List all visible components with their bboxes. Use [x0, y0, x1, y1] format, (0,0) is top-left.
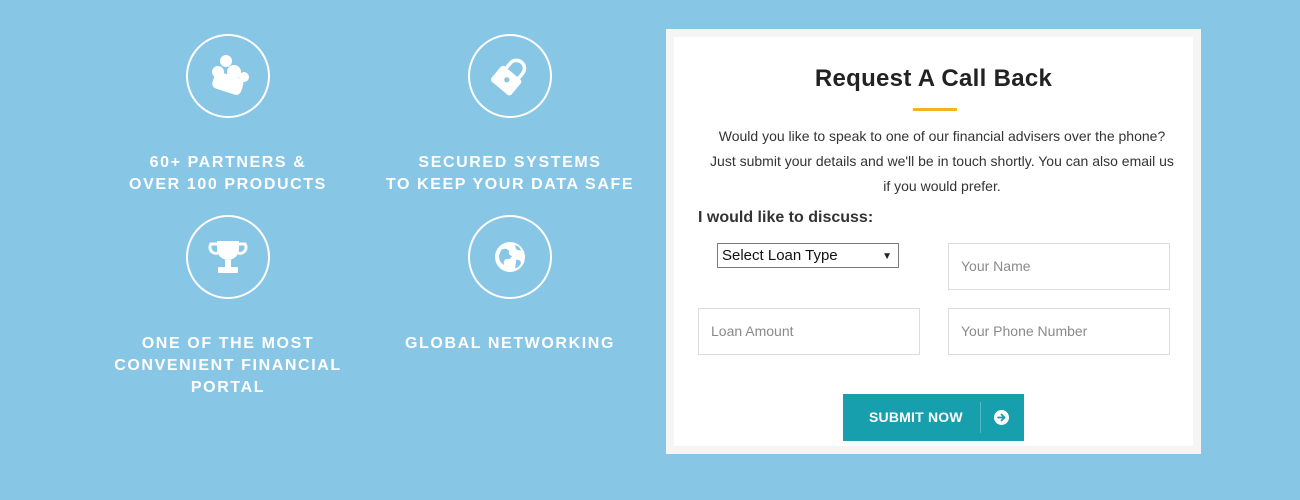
- description-line: Would you like to speak to one of our fi…: [718, 128, 1166, 144]
- loan-type-selected-value: Select Loan Type: [722, 247, 838, 264]
- submit-label: SUBMIT NOW: [869, 409, 963, 425]
- feature-label-line: PORTAL: [190, 379, 266, 396]
- partners-icon: [186, 34, 270, 118]
- description-line: if you would prefer.: [883, 178, 1001, 194]
- submit-button[interactable]: SUBMIT NOW: [843, 394, 1024, 441]
- arrow-right-circle-icon: [994, 410, 1009, 425]
- feature-label-line: ONE OF THE MOST: [141, 335, 315, 352]
- request-callback-form: Request A Call Back Would you like to sp…: [666, 29, 1201, 454]
- trophy-icon: [186, 215, 270, 299]
- form-description: Would you like to speak to one of our fi…: [682, 124, 1202, 199]
- lock-icon: [468, 34, 552, 118]
- feature-label-line: TO KEEP YOUR DATA SAFE: [385, 176, 635, 193]
- name-placeholder: Your Name: [961, 258, 1031, 274]
- feature-label-line: SECURED SYSTEMS: [418, 154, 602, 171]
- button-divider: [980, 402, 981, 433]
- loan-amount-placeholder: Loan Amount: [711, 323, 794, 339]
- feature-partners-label: 60+ PARTNERS & OVER 100 PRODUCTS: [88, 152, 368, 196]
- feature-convenient-portal: ONE OF THE MOST CONVENIENT FINANCIAL POR…: [88, 215, 368, 399]
- feature-label-line: 60+ PARTNERS &: [149, 154, 307, 171]
- phone-placeholder: Your Phone Number: [961, 323, 1088, 339]
- phone-field[interactable]: Your Phone Number: [948, 308, 1170, 355]
- description-line: Just submit your details and we'll be in…: [710, 153, 1174, 169]
- feature-label-line: OVER 100 PRODUCTS: [129, 176, 327, 193]
- loan-amount-field[interactable]: Loan Amount: [698, 308, 920, 355]
- form-title: Request A Call Back: [814, 65, 1053, 92]
- feature-security: SECURED SYSTEMS TO KEEP YOUR DATA SAFE: [370, 34, 650, 196]
- dropdown-arrow-icon: ▼: [882, 251, 892, 262]
- globe-icon: [468, 215, 552, 299]
- feature-security-label: SECURED SYSTEMS TO KEEP YOUR DATA SAFE: [370, 152, 650, 196]
- feature-convenient-portal-label: ONE OF THE MOST CONVENIENT FINANCIAL POR…: [88, 333, 368, 399]
- feature-global-networking: GLOBAL NETWORKING: [370, 215, 650, 355]
- feature-global-networking-label: GLOBAL NETWORKING: [370, 333, 650, 355]
- loan-type-select[interactable]: Select Loan Type ▼: [717, 243, 899, 268]
- feature-label-line: GLOBAL NETWORKING: [404, 335, 615, 352]
- feature-label-line: CONVENIENT FINANCIAL: [114, 357, 342, 374]
- discuss-label: I would like to discuss:: [698, 209, 874, 226]
- title-underline: [913, 108, 957, 111]
- name-field[interactable]: Your Name: [948, 243, 1170, 290]
- feature-partners: 60+ PARTNERS & OVER 100 PRODUCTS: [88, 34, 368, 196]
- features-section: 60+ PARTNERS & OVER 100 PRODUCTS SECURED…: [0, 0, 660, 500]
